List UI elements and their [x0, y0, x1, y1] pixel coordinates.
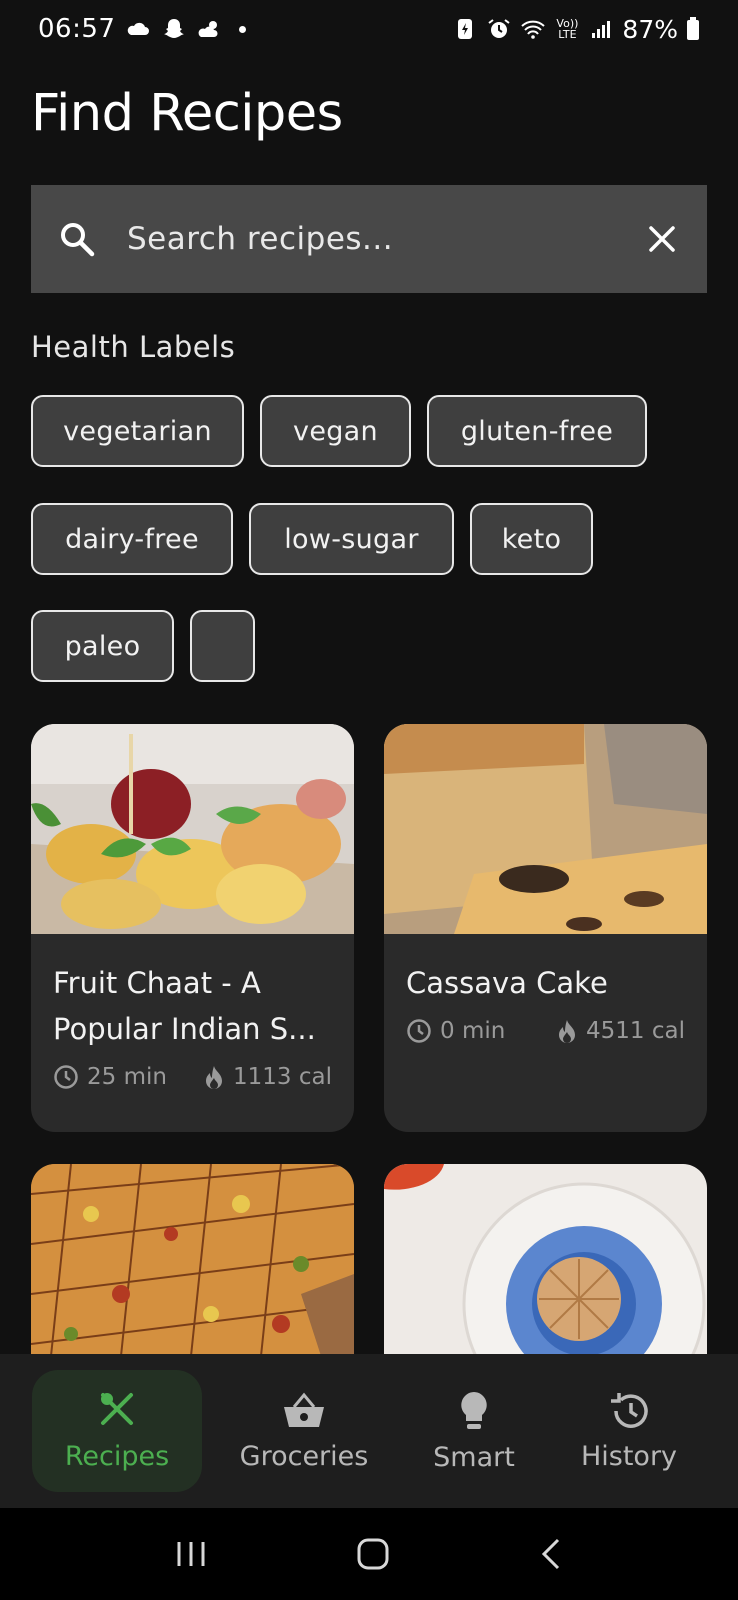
recipe-card[interactable]: Fruit Chaat - A Popular Indian S... 25 m… — [31, 724, 354, 1132]
recipe-title: Cassava Cake — [406, 966, 608, 1000]
nav-label: Smart — [433, 1441, 515, 1473]
flame-icon — [559, 1020, 576, 1043]
battery-saver-icon — [458, 19, 473, 39]
recipe-title: Fruit Chaat - A Popular Indian S... — [53, 966, 316, 1046]
clock-icon — [54, 1065, 78, 1089]
nav-item-recipes[interactable]: Recipes — [0, 1354, 234, 1508]
search-input[interactable] — [127, 221, 647, 257]
signal-icon — [592, 21, 611, 38]
chip-row-2: dairy-free low-sugar keto — [31, 503, 593, 575]
chip-empty[interactable] — [190, 610, 255, 682]
search-bar[interactable] — [31, 185, 707, 293]
chip-low-sugar[interactable]: low-sugar — [249, 503, 454, 575]
chip-paleo[interactable]: paleo — [31, 610, 174, 682]
back-icon[interactable] — [538, 1537, 564, 1571]
wifi-icon — [521, 20, 546, 39]
recipe-meta: 0 min 4511 cal — [384, 1006, 707, 1044]
battery-icon — [687, 17, 699, 40]
recipe-image — [31, 1164, 354, 1356]
nav-item-groceries[interactable]: Groceries — [234, 1354, 374, 1508]
recipe-calories-value: 1113 cal — [233, 1064, 332, 1090]
recent-apps-icon[interactable] — [174, 1538, 208, 1570]
recipe-image — [384, 724, 707, 934]
nav-item-smart[interactable]: Smart — [374, 1354, 574, 1508]
chip-gluten-free[interactable]: gluten-free — [427, 395, 647, 467]
page-title: Find Recipes — [31, 84, 343, 143]
alarm-icon — [488, 19, 511, 38]
recipe-image — [31, 724, 354, 934]
health-labels-title: Health Labels — [31, 330, 236, 364]
clock-icon — [407, 1019, 431, 1043]
status-time: 06:57 — [38, 14, 116, 44]
battery-percent: 87% — [622, 14, 678, 44]
status-right: Vo)) LTE 87% — [452, 15, 700, 44]
history-icon — [611, 1392, 648, 1428]
chip-vegetarian[interactable]: vegetarian — [31, 395, 244, 467]
fork-knife-icon — [101, 1392, 133, 1425]
nav-label: Recipes — [64, 1440, 170, 1472]
chip-row-3: paleo — [31, 610, 255, 682]
chip-row-1: vegetarian vegan gluten-free — [31, 395, 647, 467]
recipe-time-value: 25 min — [87, 1064, 167, 1090]
bottom-navigation: Recipes Groceries Smart History — [0, 1354, 738, 1508]
recipe-card[interactable] — [384, 1164, 707, 1356]
system-navigation-bar — [0, 1508, 738, 1600]
cloud-icon — [128, 22, 150, 35]
network-label: Vo)) LTE — [556, 17, 579, 41]
home-icon[interactable] — [356, 1537, 390, 1571]
recipe-time: 25 min — [53, 1064, 167, 1090]
status-left: 06:57 — [38, 14, 247, 44]
search-icon — [61, 223, 95, 257]
recipe-calories: 1113 cal — [203, 1064, 332, 1090]
flame-icon — [206, 1066, 223, 1089]
basket-icon — [284, 1392, 324, 1427]
recipe-image — [384, 1164, 707, 1356]
recipe-calories: 4511 cal — [556, 1018, 685, 1044]
clear-search-icon[interactable] — [647, 224, 677, 254]
chip-dairy-free[interactable]: dairy-free — [31, 503, 233, 575]
recipe-time-value: 0 min — [440, 1018, 506, 1044]
lightbulb-icon — [461, 1391, 487, 1429]
chip-keto[interactable]: keto — [470, 503, 593, 575]
chip-vegan[interactable]: vegan — [260, 395, 411, 467]
snapchat-icon — [164, 19, 185, 38]
weather-icon — [198, 21, 218, 37]
nav-label: Groceries — [239, 1440, 369, 1472]
recipe-card[interactable] — [31, 1164, 354, 1356]
recipe-calories-value: 4511 cal — [586, 1018, 685, 1044]
recipe-time: 0 min — [406, 1018, 505, 1044]
recipe-meta: 25 min 1113 cal — [31, 1052, 354, 1090]
recipe-card[interactable]: Cassava Cake 0 min 4511 cal — [384, 724, 707, 1132]
nav-item-history[interactable]: History — [574, 1354, 684, 1508]
status-bar: 06:57 Vo)) LTE 87% — [0, 0, 738, 58]
notification-dot — [239, 25, 247, 33]
nav-label: History — [580, 1440, 678, 1472]
